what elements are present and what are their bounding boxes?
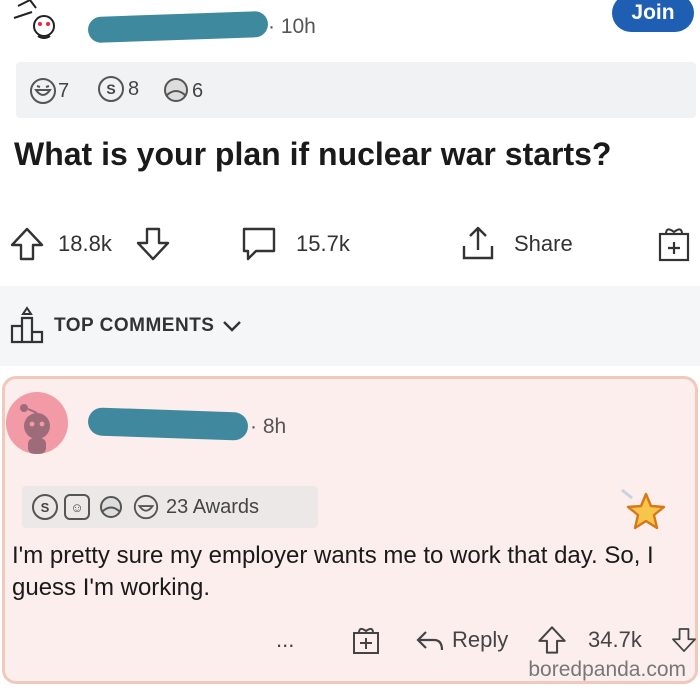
share-icon [462,226,494,260]
award-button[interactable] [654,218,694,270]
more-options-button[interactable]: ... [276,620,294,660]
vote-count: 18.8k [58,231,112,256]
post-action-bar: 18.8k 15.7k Share [0,218,700,270]
comment-vote-count: 34.7k [588,627,642,652]
comment-bubble-icon [242,227,276,261]
chevron-down-icon [223,321,242,332]
upvote-arrow-icon [10,227,44,261]
snoo-avatar-icon[interactable] [10,0,68,40]
comment-upvote-button[interactable] [536,620,568,660]
upvote-arrow-icon [538,626,566,654]
comments-button[interactable]: 15.7k [238,218,350,270]
watermark: boredpanda.com [528,658,686,681]
share-button[interactable]: Share [458,218,573,270]
reply-arrow-icon [416,631,444,651]
share-label: Share [514,231,573,256]
star-award-icon[interactable] [620,488,668,532]
upvote-button[interactable] [8,218,46,270]
downvote-button[interactable] [134,218,172,270]
sort-dropdown[interactable]: TOP COMMENTS [8,306,244,346]
redacted-username [87,407,249,441]
comment-award-button[interactable] [350,620,382,660]
comment-downvote-button[interactable] [670,620,698,660]
silver-award-icon: S [32,494,58,520]
reply-label: Reply [452,627,509,652]
gift-award-icon [353,627,379,654]
comment-awards[interactable]: S ☺ 23 Awards [22,486,318,528]
award-item[interactable]: 7 [28,76,69,106]
post-meta: · 10h [268,15,316,38]
comment-count: 15.7k [296,231,350,256]
post-awards[interactable]: 7 S 8 6 [16,62,696,118]
award-item[interactable]: 6 [160,76,203,106]
comment-avatar[interactable] [6,392,68,454]
post-title[interactable]: What is your plan if nuclear war starts? [14,136,611,173]
award-count: 6 [192,79,204,102]
comment-time: 8h [262,415,287,438]
laughing-award-icon [133,494,159,520]
wholesome-award-icon: ☺ [64,494,90,520]
comment-action-bar: ... Reply 34.7k [0,620,700,660]
hug-award-icon [164,78,188,102]
rocket-sort-icon [10,306,44,344]
post-time: 10h [280,15,316,38]
laughing-award-icon [30,78,56,104]
snoo-avatar-icon [20,404,50,454]
sort-label: TOP COMMENTS [54,315,215,336]
award-count: 7 [58,79,70,102]
gift-award-icon [658,228,690,262]
hug-award-icon [100,496,122,518]
downvote-arrow-icon [672,628,696,652]
awards-count: 23 Awards [166,495,260,518]
redacted-username [87,10,269,44]
join-button[interactable]: Join [612,0,694,32]
silver-award-icon: S [98,76,124,102]
post-header: · 10h Join [0,0,700,55]
comment-body: I'm pretty sure my employer wants me to … [12,542,654,601]
reply-button[interactable]: Reply [414,620,508,660]
downvote-arrow-icon [136,227,170,261]
award-item[interactable]: S 8 [98,76,139,102]
comment-meta: · 8h [250,415,287,438]
award-count: 8 [128,77,140,100]
